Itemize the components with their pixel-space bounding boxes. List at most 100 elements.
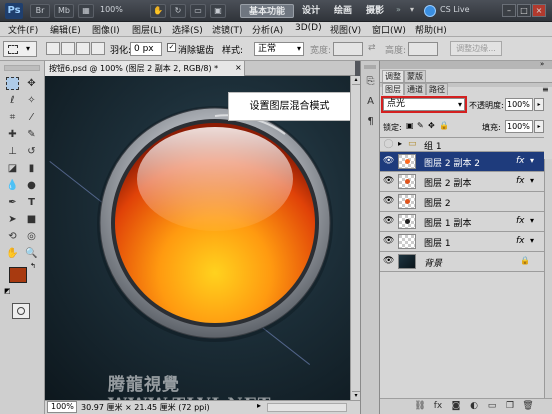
visibility-eye-icon[interactable]: ◯ — [383, 139, 394, 150]
add-style-icon[interactable]: fx — [432, 401, 444, 412]
status-menu-icon[interactable]: ▸ — [257, 401, 261, 410]
visibility-eye-icon[interactable]: 👁 — [383, 156, 394, 167]
subtract-selection-button[interactable] — [76, 42, 90, 55]
layers-scrollbar[interactable] — [544, 159, 552, 399]
document-canvas[interactable]: 腾龍視覺 WWW.TLVI.NET — [45, 76, 350, 400]
add-mask-icon[interactable]: ◙ — [450, 401, 462, 412]
add-to-selection-button[interactable] — [61, 42, 75, 55]
opacity-input[interactable]: 100% — [505, 98, 533, 111]
path-selection-icon[interactable]: ➤ — [6, 213, 19, 226]
shape-tool-icon[interactable]: ■ — [25, 213, 38, 226]
visibility-eye-icon[interactable]: 👁 — [383, 196, 394, 207]
hand-tool-icon[interactable]: ✋ — [6, 247, 19, 260]
antialias-checkbox[interactable]: ✓ — [167, 43, 176, 52]
gradient-tool-icon[interactable]: ▮ — [25, 162, 38, 175]
maximize-button[interactable]: □ — [517, 4, 531, 17]
pen-tool-icon[interactable]: ✒ — [6, 196, 19, 209]
menu-edit[interactable]: 编辑(E) — [50, 23, 81, 36]
screen-mode-icon[interactable]: ▣ — [210, 4, 226, 18]
swap-icon[interactable]: ⇄ — [368, 43, 376, 53]
lock-image-icon[interactable]: ✎ — [417, 121, 424, 130]
swap-colors-icon[interactable]: ↰ — [30, 262, 36, 270]
menu-view[interactable]: 视图(V) — [330, 23, 361, 36]
panel-dock-header[interactable] — [380, 61, 552, 69]
layer-row-background[interactable]: 👁 背景 🔒 — [380, 252, 544, 272]
character-panel-icon[interactable]: A — [364, 95, 377, 108]
link-layers-icon[interactable]: ⛓ — [414, 401, 426, 412]
quick-mask-button[interactable] — [12, 303, 30, 319]
new-selection-button[interactable] — [46, 42, 60, 55]
healing-brush-icon[interactable]: ✚ — [6, 128, 19, 141]
rectangular-marquee-tool[interactable] — [6, 77, 19, 90]
3d-rotate-icon[interactable]: ⟲ — [6, 230, 19, 243]
document-tab[interactable]: 按钮6.psd @ 100% (图层 2 副本 2, RGB/8) * — [45, 61, 245, 76]
foreground-color-swatch[interactable] — [9, 267, 27, 283]
layer-row-group[interactable]: ◯ ▸ ▭ 组 1 — [380, 138, 544, 152]
menu-3d[interactable]: 3D(D) — [295, 23, 322, 33]
type-tool-icon[interactable]: T — [25, 196, 38, 209]
clone-stamp-icon[interactable]: ⊥ — [6, 145, 19, 158]
visibility-eye-icon[interactable]: 👁 — [383, 176, 394, 187]
tool-preset-picker[interactable]: ▾ — [3, 41, 37, 57]
style-select[interactable]: 正常 ▾ — [254, 42, 304, 56]
lasso-tool-icon[interactable]: ℓ — [6, 94, 19, 107]
layer-effects-icon[interactable]: fx — [516, 236, 525, 246]
width-input[interactable] — [333, 42, 363, 56]
menu-select[interactable]: 选择(S) — [172, 23, 203, 36]
scroll-up-icon[interactable]: ▴ — [352, 76, 360, 85]
visibility-eye-icon[interactable]: 👁 — [383, 236, 394, 247]
workspace-dropdown-icon[interactable]: ▾ — [410, 5, 414, 14]
tab-layers[interactable]: 图层 — [382, 83, 404, 95]
layer-row[interactable]: 👁 图层 2 副本 fx ▾ — [380, 172, 544, 192]
expand-effects-icon[interactable]: ▾ — [530, 236, 534, 245]
panel-menu-icon[interactable]: ≡ — [542, 85, 549, 94]
tab-paths[interactable]: 路径 — [426, 83, 448, 95]
horizontal-scrollbar[interactable] — [267, 403, 347, 412]
menu-analysis[interactable]: 分析(A) — [252, 23, 283, 36]
blend-mode-select[interactable]: 点光 ▾ — [383, 98, 465, 111]
rotate-view-icon[interactable]: ↻ — [170, 4, 186, 18]
expand-effects-icon[interactable]: ▾ — [530, 216, 534, 225]
minimize-button[interactable]: – — [502, 4, 516, 17]
hand-tool-icon[interactable]: ✋ — [150, 4, 166, 18]
scroll-down-icon[interactable]: ▾ — [352, 391, 360, 400]
layer-row[interactable]: 👁 图层 1 副本 fx ▾ — [380, 212, 544, 232]
history-panel-icon[interactable]: ⎘ — [364, 75, 377, 88]
menu-window[interactable]: 窗口(W) — [372, 23, 406, 36]
close-tab-icon[interactable]: × — [235, 63, 242, 72]
layer-effects-icon[interactable]: fx — [516, 176, 525, 186]
visibility-eye-icon[interactable]: 👁 — [383, 256, 394, 267]
visibility-eye-icon[interactable]: 👁 — [383, 216, 394, 227]
canvas-vertical-scrollbar[interactable]: ▴ ▾ — [350, 76, 360, 400]
zoom-level[interactable]: 100% — [100, 5, 123, 14]
eyedropper-icon[interactable]: ⁄ — [25, 111, 38, 124]
close-button[interactable]: × — [532, 4, 546, 17]
workspace-more-icon[interactable]: » — [396, 5, 401, 14]
lock-all-icon[interactable]: 🔒 — [439, 121, 449, 130]
eraser-icon[interactable]: ◪ — [6, 162, 19, 175]
layer-effects-icon[interactable]: fx — [516, 156, 525, 166]
move-tool-icon[interactable]: ✥ — [25, 77, 38, 90]
tab-adjustments[interactable]: 调整 — [382, 70, 404, 82]
zoom-tool-icon[interactable]: 🔍 — [25, 247, 38, 260]
workspace-design[interactable]: 设计 — [298, 4, 324, 18]
fill-slider-arrow-icon[interactable]: ▸ — [534, 120, 544, 133]
menu-filter[interactable]: 滤镜(T) — [212, 23, 243, 36]
default-colors-icon[interactable]: ◩ — [4, 287, 11, 295]
new-group-icon[interactable]: ▭ — [486, 401, 498, 412]
workspace-photography[interactable]: 摄影 — [362, 4, 388, 18]
status-zoom-input[interactable]: 100% — [47, 401, 77, 413]
lock-position-icon[interactable]: ✥ — [428, 121, 435, 130]
intersect-selection-button[interactable] — [91, 42, 105, 55]
crop-tool-icon[interactable]: ⌗ — [6, 111, 19, 124]
delete-layer-icon[interactable]: 🗑 — [522, 401, 534, 412]
new-layer-icon[interactable]: ❐ — [504, 401, 516, 412]
paragraph-panel-icon[interactable]: ¶ — [364, 115, 377, 128]
lock-transparency-icon[interactable]: ▣ — [406, 121, 414, 130]
dodge-tool-icon[interactable]: ● — [25, 179, 38, 192]
height-input[interactable] — [408, 42, 438, 56]
feather-input[interactable]: 0 px — [130, 42, 162, 56]
menu-layer[interactable]: 图层(L) — [132, 23, 162, 36]
menu-image[interactable]: 图像(I) — [92, 23, 120, 36]
tab-channels[interactable]: 通道 — [404, 83, 426, 95]
